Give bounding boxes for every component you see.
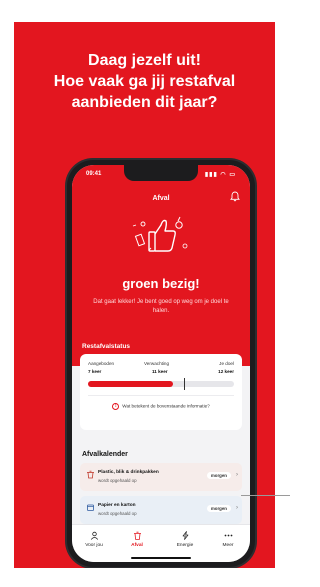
home-indicator — [131, 557, 191, 559]
progress-bar — [88, 378, 234, 390]
headline-line-2: Hoe vaak ga jij restafval — [53, 73, 236, 90]
info-link[interactable]: ! Wat betekent de bovenstaande informatie… — [80, 403, 242, 417]
promo-headline: Daag jezelf uit! Hoe vaak ga jij restafv… — [14, 50, 275, 113]
info-link-text: Wat betekent de bovenstaande informatie? — [122, 403, 210, 409]
tab-voor-jou[interactable]: Voor jou — [76, 531, 112, 548]
calendar-title: Afvalkalender — [82, 451, 128, 458]
phone-screen: 09:41 ▮▮▮ ◠ ▭ Afval groen bezig! Dat gaa… — [72, 165, 250, 562]
calendar-item-note: wordt opgehaald op — [98, 511, 137, 516]
divider-line — [241, 495, 290, 496]
goal-label: Je doel — [219, 361, 234, 366]
bell-icon[interactable] — [230, 191, 240, 202]
person-icon — [90, 531, 98, 540]
phone-notch — [124, 165, 198, 181]
chevron-right-icon: › — [236, 472, 238, 478]
calendar-item-note: wordt opgehaald op — [98, 478, 137, 483]
tab-label: Energie — [176, 543, 194, 548]
hero-area: 09:41 ▮▮▮ ◠ ▭ Afval groen bezig! Dat gaa… — [72, 165, 250, 366]
more-icon — [224, 534, 232, 537]
tab-label: Voor jou — [85, 543, 103, 548]
calendar-item-name: Plastic, blik & drinkpakken — [98, 470, 159, 475]
paper-icon — [87, 504, 94, 511]
headline-line-1: Daag jezelf uit! — [88, 52, 201, 69]
headline-line-3: aanbieden dit jaar? — [71, 94, 218, 111]
app-title: Afval — [152, 195, 170, 202]
restafval-section-title: Restafvalstatus — [82, 343, 131, 350]
tab-afval[interactable]: Afval — [119, 531, 155, 548]
offered-value: 7 keer — [88, 369, 102, 374]
tab-label: Meer — [222, 543, 234, 548]
expected-label: Verwachting — [144, 361, 170, 366]
expected-value: 11 keer — [152, 369, 168, 374]
trash-icon — [133, 531, 141, 540]
restafval-progress-card: Aangeboden Verwachting Je doel 7 keer 11… — [80, 354, 242, 430]
promo-banner: Daag jezelf uit! Hoe vaak ga jij restafv… — [14, 22, 275, 568]
info-icon: ! — [112, 403, 120, 410]
status-icons: ▮▮▮ ◠ ▭ — [204, 172, 236, 178]
chevron-right-icon: › — [236, 505, 238, 511]
card-divider — [88, 395, 234, 396]
calendar-item-name: Papier en karton — [98, 503, 136, 508]
bolt-icon — [182, 531, 188, 540]
progress-bar-fill — [88, 381, 173, 387]
bottom-tab-bar: Voor jou Afval Energie Meer — [72, 524, 250, 562]
calendar-item-plastic[interactable]: Plastic, blik & drinkpakken wordt opgeha… — [80, 463, 242, 491]
offered-label: Aangeboden — [88, 361, 115, 366]
goal-value: 12 keer — [218, 369, 234, 374]
tab-energie[interactable]: Energie — [167, 531, 203, 548]
calendar-item-paper[interactable]: Papier en karton wordt opgehaald op morg… — [80, 496, 242, 524]
tab-label: Afval — [131, 543, 143, 548]
expectation-marker — [184, 378, 186, 390]
bin-icon — [87, 470, 94, 479]
status-title: groen bezig! — [122, 276, 200, 291]
tab-meer[interactable]: Meer — [210, 531, 246, 548]
thumbs-up-illustration — [132, 216, 188, 252]
status-subtitle: Dat gaat lekker! Je bent goed op weg om … — [93, 299, 229, 314]
status-time: 09:41 — [86, 171, 102, 177]
phone-mockup: 09:41 ▮▮▮ ◠ ▭ Afval groen bezig! Dat gaa… — [67, 160, 255, 567]
pickup-badge: morgen — [206, 505, 231, 512]
pickup-badge: morgen — [206, 472, 231, 479]
